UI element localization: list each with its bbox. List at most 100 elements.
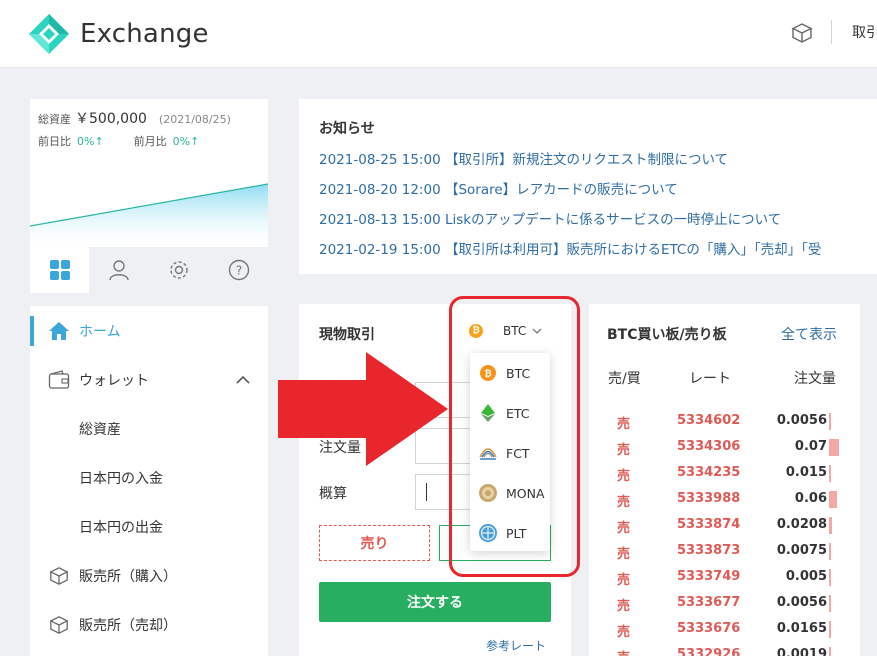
row-rate: 5333988 [677,491,741,506]
row-side: 売 [617,417,631,432]
place-order-button[interactable]: 注文する [319,582,551,622]
summary-date: (2021/08/25) [158,113,231,126]
sidebar-item-home[interactable]: ホーム [30,306,268,355]
exchange-logo-icon[interactable] [28,13,70,55]
prev-day-value: 0%↑ [77,135,104,148]
news-link[interactable]: 2021-08-13 15:00 Liskのアップデートに係るサービスの一時停止… [319,208,781,228]
orderbook-row[interactable]: 売 5333874 0.0208 [589,511,860,537]
text-cursor [426,483,427,501]
depth-bar [829,413,831,430]
depth-bar [829,517,832,534]
tab-settings[interactable] [149,247,208,293]
orderbook-row[interactable]: 売 5333677 0.0056 [589,589,860,615]
brand-name[interactable]: Exchange [80,19,209,49]
svg-text:?: ? [235,264,241,278]
svg-text:₿: ₿ [484,369,491,380]
col-header-qty: 注文量 [794,371,836,387]
row-rate: 5333676 [677,621,741,636]
sidebar-item-label: 販売所（売却） [79,617,177,634]
row-rate: 5333874 [677,517,741,532]
gear-icon [169,261,188,279]
tab-help[interactable]: ? [209,247,268,293]
sidebar-nav: ホーム ウォレット 総資産 日本円の入金 日本円の出金 販売所（購入） 販売所（… [30,306,268,656]
total-assets-value: ￥500,000 [75,111,147,127]
sidebar-item-label: 総資産 [79,421,121,438]
coin-option-btc[interactable]: ₿ BTC [470,353,550,393]
orderbook-row[interactable]: 売 5332926 0.0019 [589,641,860,656]
orderbook-row[interactable]: 売 5334306 0.07 [589,433,860,459]
news-link[interactable]: 2021-08-20 12:00 【Sorare】レアカードの販売について [319,178,678,198]
header-divider [831,20,832,44]
depth-bar [829,647,831,656]
etc-icon [479,404,497,422]
row-rate: 5333749 [677,569,741,584]
sidebar-item-jpy-deposit[interactable]: 日本円の入金 [30,453,268,502]
prev-month-value: 0%↑ [172,135,200,148]
depth-bar [829,491,837,508]
chevron-up-icon[interactable] [236,375,250,385]
sidebar-item-store-sell[interactable]: 販売所（売却） [30,600,268,649]
sidebar-item-jpy-withdraw[interactable]: 日本円の出金 [30,502,268,551]
reference-rate-link[interactable]: 参考レート [486,637,546,654]
col-header-side: 売/買 [608,371,641,387]
orderbook-panel: BTC買い板/売り板 全て表示 売/買 レート 注文量 売 5334602 0.00… [589,304,860,656]
sell-button[interactable]: 売り [319,525,430,561]
home-icon [48,320,70,342]
row-rate: 5334602 [677,413,741,428]
coin-option-fct[interactable]: FCT [470,433,550,473]
sidebar-item-wallet[interactable]: ウォレット [30,355,268,404]
row-side: 売 [617,599,631,614]
tab-dashboard[interactable] [30,247,89,293]
news-link[interactable]: 2021-02-19 15:00 【取引所は利用可】販売所におけるETCの「購入… [319,238,821,258]
estimate-label: 概算 [319,486,347,502]
row-side: 売 [617,495,631,510]
orderbook-row[interactable]: 売 5334235 0.015 [589,459,860,485]
coin-option-mona[interactable]: MONA [470,473,550,513]
orderbook-row[interactable]: 売 5334602 0.0056 [589,407,860,433]
depth-bar [829,439,839,456]
orderbook-row[interactable]: 売 5333988 0.06 [589,485,860,511]
coin-option-plt[interactable]: PLT [470,513,550,553]
prev-day-label: 前日比 [38,135,71,148]
row-qty: 0.0208 [776,517,827,532]
row-side: 売 [617,547,631,562]
row-rate: 5334235 [677,465,741,480]
top-header: Exchange 取引 [0,0,877,68]
btc-icon: ₿ [479,364,497,382]
sidebar-item-store-buy[interactable]: 販売所（購入） [30,551,268,600]
row-qty: 0.015 [785,465,827,480]
row-qty: 0.07 [794,439,827,454]
col-header-rate: レート [689,371,731,387]
show-all-link[interactable]: 全て表示 [781,324,837,344]
tab-account[interactable] [89,247,148,293]
orderbook-row[interactable]: 売 5333676 0.0165 [589,615,860,641]
row-side: 売 [617,647,630,656]
row-side: 売 [617,443,631,458]
row-qty: 0.0165 [776,621,827,636]
cube-icon [48,565,70,587]
sidebar-item-label: 日本円の出金 [79,519,163,536]
nav-trade-link[interactable]: 取引 [852,22,877,42]
row-rate: 5333873 [677,543,741,558]
orderbook-row[interactable]: 売 5333749 0.005 [589,563,860,589]
sidebar-item-label: 販売所（購入） [79,568,177,585]
cube-icon[interactable] [791,22,813,44]
row-qty: 0.005 [785,569,827,584]
row-side: 売 [617,521,631,536]
mona-icon [479,484,497,502]
row-side: 売 [617,573,631,588]
fct-icon [479,444,497,462]
row-qty: 0.0075 [776,543,827,558]
help-icon: ? [228,259,249,281]
sidebar-item-label: ウォレット [79,372,149,389]
row-side: 売 [617,469,631,484]
sidebar-item-label: 日本円の入金 [79,470,163,487]
cube-icon [48,614,70,636]
coin-option-etc[interactable]: ETC [470,393,550,433]
plt-icon [479,524,497,542]
sidebar-item-total-assets[interactable]: 総資産 [30,404,268,453]
row-qty: 0.0056 [776,413,827,428]
news-link[interactable]: 2021-08-25 15:00 【取引所】新規注文のリクエスト制限について [319,148,728,168]
sidebar-item-label: ホーム [79,323,121,340]
orderbook-row[interactable]: 売 5333873 0.0075 [589,537,860,563]
